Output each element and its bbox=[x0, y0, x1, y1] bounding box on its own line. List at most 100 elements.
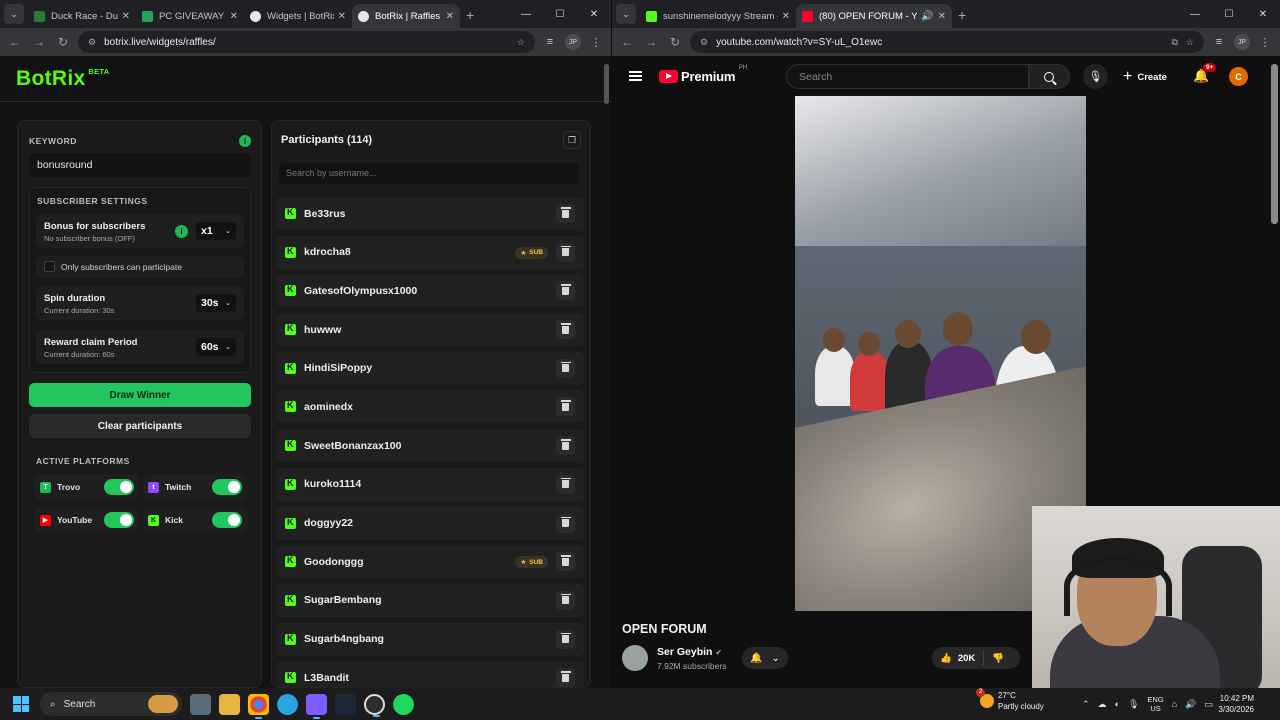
draw-winner-button[interactable]: Draw Winner bbox=[29, 383, 251, 407]
microphone-icon[interactable]: 🎙 bbox=[1128, 699, 1139, 710]
weather-widget[interactable]: 2 27°C Partly cloudy bbox=[976, 688, 1044, 712]
taskbar-search[interactable]: ⌕ Search bbox=[40, 692, 182, 716]
delete-participant-button[interactable] bbox=[556, 320, 575, 340]
bookmark-star-icon[interactable]: ☆ bbox=[1186, 37, 1194, 48]
delete-participant-button[interactable] bbox=[556, 513, 575, 533]
forward-icon[interactable]: → bbox=[30, 35, 48, 49]
botrix-logo[interactable]: BotRix BETA bbox=[16, 67, 109, 91]
dislike-button[interactable]: 👎 bbox=[984, 653, 1012, 664]
tab-youtube-open-forum[interactable]: (80) OPEN FORUM - YouTul 🔊 ✕ bbox=[796, 4, 952, 28]
discord-icon[interactable] bbox=[306, 693, 327, 719]
site-info-icon[interactable]: ⚙ bbox=[88, 37, 96, 48]
forward-icon[interactable]: → bbox=[642, 35, 660, 49]
menu-kebab-icon[interactable]: ⋮ bbox=[587, 36, 605, 49]
media-controls-icon[interactable]: ≡ bbox=[1210, 36, 1228, 48]
info-icon[interactable]: i bbox=[239, 135, 251, 147]
bookmark-star-icon[interactable]: ☆ bbox=[517, 37, 525, 48]
language-indicator[interactable]: ENG US bbox=[1147, 695, 1163, 713]
youtube-logo[interactable]: Premium PH bbox=[659, 65, 747, 84]
delete-participant-button[interactable] bbox=[556, 629, 575, 649]
youtube-search-input[interactable]: Search bbox=[786, 64, 1029, 89]
tab-search-button[interactable]: ⌄ bbox=[4, 4, 24, 24]
search-button[interactable] bbox=[1028, 64, 1070, 89]
delete-participant-button[interactable] bbox=[556, 668, 575, 687]
tab-pc-giveaway[interactable]: PC GIVEAWAY EN ✕ bbox=[136, 4, 244, 28]
subscription-bell-button[interactable]: 🔔 ⌄ bbox=[742, 647, 788, 669]
delete-participant-button[interactable] bbox=[556, 552, 575, 572]
bonus-multiplier-select[interactable]: x1 ⌄ bbox=[196, 222, 236, 240]
address-bar[interactable]: ⚙ botrix.live/widgets/raffles/ ☆ bbox=[78, 31, 535, 53]
close-icon[interactable]: ✕ bbox=[782, 11, 790, 22]
reward-period-select[interactable]: 60s ⌄ bbox=[196, 338, 236, 356]
page-scrollbar[interactable] bbox=[1271, 64, 1278, 224]
profile-avatar[interactable]: JP bbox=[565, 34, 581, 50]
only-subscribers-setting[interactable]: Only subscribers can participate bbox=[36, 256, 244, 278]
speaker-icon[interactable]: 🔊 bbox=[921, 11, 933, 22]
close-window-icon[interactable]: ✕ bbox=[1246, 0, 1280, 28]
delete-participant-button[interactable] bbox=[556, 204, 575, 223]
steam-icon[interactable] bbox=[335, 693, 356, 715]
spin-duration-select[interactable]: 30s ⌄ bbox=[196, 294, 236, 312]
kick-toggle[interactable] bbox=[212, 512, 242, 528]
clear-participants-button[interactable]: Clear participants bbox=[29, 414, 251, 438]
close-icon[interactable]: ✕ bbox=[446, 11, 454, 22]
volume-icon[interactable]: 🔊 bbox=[1185, 699, 1196, 710]
menu-kebab-icon[interactable]: ⋮ bbox=[1256, 36, 1274, 49]
install-icon[interactable]: ⧉ bbox=[1171, 37, 1177, 48]
back-icon[interactable]: ← bbox=[6, 35, 24, 49]
twitch-toggle[interactable] bbox=[212, 479, 242, 495]
only-subscribers-checkbox[interactable] bbox=[44, 261, 55, 272]
onedrive-icon[interactable]: ☁ bbox=[1098, 699, 1107, 710]
minimize-icon[interactable]: — bbox=[509, 0, 543, 28]
site-info-icon[interactable]: ⚙ bbox=[700, 37, 708, 48]
delete-participant-button[interactable] bbox=[556, 358, 575, 378]
create-button[interactable]: + Create bbox=[1123, 67, 1167, 87]
youtube-toggle[interactable] bbox=[104, 512, 134, 528]
copy-icon[interactable]: ❐ bbox=[563, 131, 581, 149]
clock[interactable]: 10:42 PM 3/30/2026 bbox=[1212, 693, 1254, 715]
new-tab-button[interactable]: + bbox=[466, 7, 474, 23]
edge-icon[interactable]: ◐ bbox=[1115, 699, 1120, 709]
keyword-input[interactable]: bonusround bbox=[29, 153, 251, 177]
minimize-icon[interactable]: — bbox=[1178, 0, 1212, 28]
close-window-icon[interactable]: ✕ bbox=[577, 0, 611, 28]
maximize-icon[interactable]: ☐ bbox=[1212, 0, 1246, 28]
chrome-icon[interactable] bbox=[248, 693, 269, 719]
reload-icon[interactable]: ↻ bbox=[54, 35, 72, 49]
start-button[interactable] bbox=[13, 696, 29, 712]
close-icon[interactable]: ✕ bbox=[338, 11, 346, 22]
file-explorer-icon[interactable] bbox=[219, 693, 240, 715]
hamburger-menu-icon[interactable] bbox=[629, 69, 642, 84]
close-icon[interactable]: ✕ bbox=[938, 11, 946, 22]
delete-participant-button[interactable] bbox=[556, 281, 575, 301]
chevron-up-icon[interactable]: ⌃ bbox=[1082, 699, 1090, 710]
spotify-icon[interactable] bbox=[393, 693, 414, 715]
delete-participant-button[interactable] bbox=[556, 436, 575, 456]
like-button[interactable]: 👍 20K bbox=[932, 650, 985, 666]
telegram-icon[interactable] bbox=[277, 693, 298, 715]
page-scrollbar[interactable] bbox=[604, 62, 609, 682]
maximize-icon[interactable]: ☐ bbox=[543, 0, 577, 28]
delete-participant-button[interactable] bbox=[556, 590, 575, 610]
task-view-icon[interactable] bbox=[190, 693, 211, 715]
info-icon[interactable]: i bbox=[175, 225, 188, 238]
obs-icon[interactable] bbox=[364, 693, 385, 717]
close-icon[interactable]: ✕ bbox=[230, 11, 238, 22]
reload-icon[interactable]: ↻ bbox=[666, 35, 684, 49]
network-icon[interactable]: ⌂ bbox=[1172, 699, 1177, 709]
back-icon[interactable]: ← bbox=[618, 35, 636, 49]
address-bar[interactable]: ⚙ youtube.com/watch?v=SY-uL_O1ewc ⧉ ☆ bbox=[690, 31, 1204, 53]
channel-avatar[interactable] bbox=[622, 645, 648, 671]
participant-search-input[interactable]: Search by username... bbox=[279, 163, 579, 184]
tab-widgets-botrix[interactable]: Widgets | BotRix ✕ bbox=[244, 4, 352, 28]
tab-botrix-raffles[interactable]: BotRix | Raffles ✕ bbox=[352, 4, 460, 28]
new-tab-button[interactable]: + bbox=[958, 7, 966, 23]
delete-participant-button[interactable] bbox=[556, 474, 575, 494]
delete-participant-button[interactable] bbox=[556, 242, 575, 262]
profile-avatar[interactable]: JP bbox=[1234, 34, 1250, 50]
close-icon[interactable]: ✕ bbox=[122, 11, 130, 22]
delete-participant-button[interactable] bbox=[556, 397, 575, 417]
media-controls-icon[interactable]: ≡ bbox=[541, 36, 559, 48]
account-avatar[interactable]: C bbox=[1229, 67, 1248, 86]
tab-search-button[interactable]: ⌄ bbox=[616, 4, 636, 24]
